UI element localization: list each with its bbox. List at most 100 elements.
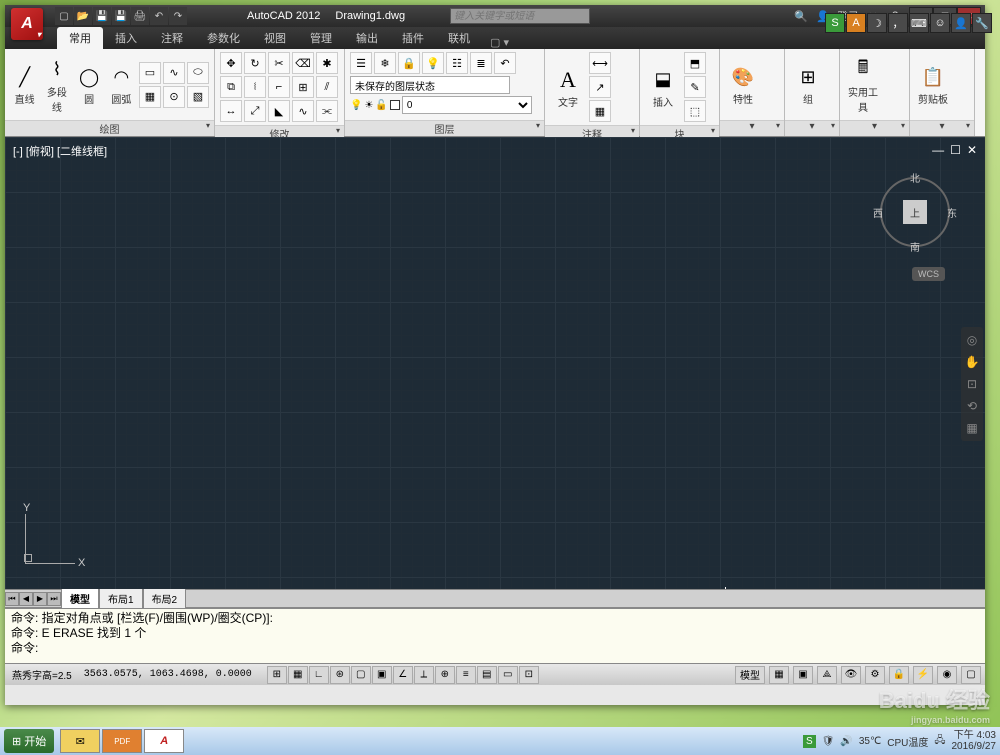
viewport-minimize-icon[interactable]: — xyxy=(932,143,944,157)
tab-extra-button[interactable]: ▢ ▾ xyxy=(490,36,509,49)
props-button[interactable]: 🎨特性 xyxy=(725,63,761,106)
chamfer-icon[interactable]: ◣ xyxy=(268,100,290,122)
ime-a-icon[interactable]: A xyxy=(846,13,866,33)
otrack-toggle[interactable]: ∠ xyxy=(393,666,413,684)
explode-icon[interactable]: ✱ xyxy=(316,52,338,74)
tab-view[interactable]: 视图 xyxy=(252,27,298,49)
hatch-icon[interactable]: ▦ xyxy=(139,86,161,108)
arc-button[interactable]: ◠圆弧 xyxy=(107,63,136,106)
tab-parametric[interactable]: 参数化 xyxy=(195,27,252,49)
ime-user-icon[interactable]: 👤 xyxy=(951,13,971,33)
ime-keyboard-icon[interactable]: ⌨ xyxy=(909,13,929,33)
layer-match-icon[interactable]: ≣ xyxy=(470,52,492,74)
task-app-autocad[interactable]: A xyxy=(144,729,184,753)
edit-block-icon[interactable]: ✎ xyxy=(684,76,706,98)
attr-icon[interactable]: ⬚ xyxy=(684,100,706,122)
layer-freeze-icon[interactable]: ❄ xyxy=(374,52,396,74)
layout-tab-model[interactable]: 模型 xyxy=(61,588,99,609)
tray-sound-icon[interactable]: 🔊 xyxy=(840,736,852,747)
viewport-maximize-icon[interactable]: ☐ xyxy=(950,143,961,157)
qat-open-icon[interactable]: 📂 xyxy=(74,7,92,25)
steering-wheel-icon[interactable]: ◎ xyxy=(963,331,981,349)
blend-icon[interactable]: ∿ xyxy=(292,100,314,122)
stretch-icon[interactable]: ↔ xyxy=(220,100,242,122)
task-app-pdf[interactable]: PDF xyxy=(102,729,142,753)
isolate-icon[interactable]: ◉ xyxy=(937,666,957,684)
rectangle-icon[interactable]: ▭ xyxy=(139,62,161,84)
utils-button[interactable]: 🖩实用工具 xyxy=(845,56,881,114)
ime-moon-icon[interactable]: ☽ xyxy=(867,13,887,33)
qat-undo-icon[interactable]: ↶ xyxy=(150,7,168,25)
toolbar-lock-icon[interactable]: 🔒 xyxy=(889,666,909,684)
snap-toggle[interactable]: ⊞ xyxy=(267,666,287,684)
panel-utils-title[interactable]: ▾ xyxy=(840,120,909,136)
3dosnap-toggle[interactable]: ▣ xyxy=(372,666,392,684)
ime-wrench-icon[interactable]: 🔧 xyxy=(972,13,992,33)
grid-toggle[interactable]: ▦ xyxy=(288,666,308,684)
tab-plugins[interactable]: 插件 xyxy=(390,27,436,49)
qat-print-icon[interactable]: 🖨 xyxy=(131,7,149,25)
tab-output[interactable]: 输出 xyxy=(344,27,390,49)
zoom-extents-icon[interactable]: ⊡ xyxy=(963,375,981,393)
viewcube[interactable]: 上 北 南 西 东 xyxy=(875,172,955,252)
tab-annotate[interactable]: 注释 xyxy=(149,27,195,49)
ime-comma-icon[interactable]: ， xyxy=(888,13,908,33)
array-icon[interactable]: ⊞ xyxy=(292,76,314,98)
panel-group-title[interactable]: ▾ xyxy=(785,120,839,136)
layer-state-input[interactable] xyxy=(350,76,510,94)
polar-toggle[interactable]: ⊛ xyxy=(330,666,350,684)
drawing-canvas[interactable]: [-] [俯视] [二维线框] — ☐ ✕ Y X 上 北 南 西 东 WCS … xyxy=(5,137,985,589)
orbit-icon[interactable]: ⟲ xyxy=(963,397,981,415)
insert-button[interactable]: ⬓插入 xyxy=(645,66,681,109)
line-button[interactable]: ╱直线 xyxy=(10,63,39,106)
hardware-accel-icon[interactable]: ⚡ xyxy=(913,666,933,684)
command-line[interactable]: 命令: 指定对角点或 [栏选(F)/圈围(WP)/圈交(CP)]: 命令: E … xyxy=(5,607,985,663)
tray-shield-icon[interactable]: 🛡 xyxy=(822,736,835,747)
group-button[interactable]: ⊞组 xyxy=(790,63,826,106)
erase-icon[interactable]: ⌫ xyxy=(292,52,314,74)
text-button[interactable]: A文字 xyxy=(550,66,586,109)
ortho-toggle[interactable]: ∟ xyxy=(309,666,329,684)
ime-s-icon[interactable]: S xyxy=(825,13,845,33)
trim-icon[interactable]: ✂ xyxy=(268,52,290,74)
wcs-badge[interactable]: WCS xyxy=(912,267,945,281)
layout-first-icon[interactable]: ⏮ xyxy=(5,592,19,606)
scale-icon[interactable]: ⤢ xyxy=(244,100,266,122)
tray-network-icon[interactable]: 🖧 xyxy=(934,733,945,750)
pan-icon[interactable]: ✋ xyxy=(963,353,981,371)
qat-save-icon[interactable]: 💾 xyxy=(93,7,111,25)
layer-iso-icon[interactable]: ☷ xyxy=(446,52,468,74)
qat-new-icon[interactable]: ▢ xyxy=(55,7,73,25)
qat-redo-icon[interactable]: ↷ xyxy=(169,7,187,25)
create-block-icon[interactable]: ⬒ xyxy=(684,52,706,74)
circle-button[interactable]: ◯圆 xyxy=(75,63,104,106)
modelspace-button[interactable]: 模型 xyxy=(735,666,765,684)
ducs-toggle[interactable]: ⟂ xyxy=(414,666,434,684)
tpy-toggle[interactable]: ▤ xyxy=(477,666,497,684)
tray-temp[interactable]: 35℃ xyxy=(859,736,881,747)
annoscale-icon[interactable]: ⟁ xyxy=(817,666,837,684)
layout-next-icon[interactable]: ▶ xyxy=(33,592,47,606)
polyline-button[interactable]: ⌇多段线 xyxy=(42,56,71,114)
offset-icon[interactable]: ⫽ xyxy=(316,76,338,98)
showmotion-icon[interactable]: ▦ xyxy=(963,419,981,437)
app-menu-icon[interactable]: A xyxy=(11,8,43,40)
layer-lock-icon[interactable]: 🔒 xyxy=(398,52,420,74)
mirror-icon[interactable]: ⧙ xyxy=(244,76,266,98)
clip-button[interactable]: 📋剪贴板 xyxy=(915,63,951,106)
tab-insert[interactable]: 插入 xyxy=(103,27,149,49)
layer-prev-icon[interactable]: ↶ xyxy=(494,52,516,74)
search-input[interactable] xyxy=(450,8,590,24)
ellipse-icon[interactable]: ⬭ xyxy=(187,62,209,84)
viewport-label[interactable]: [-] [俯视] [二维线框] xyxy=(13,143,107,159)
point-icon[interactable]: ⊙ xyxy=(163,86,185,108)
dimension-icon[interactable]: ⟷ xyxy=(589,52,611,74)
layout-tab-2[interactable]: 布局2 xyxy=(143,588,187,609)
workspace-icon[interactable]: ⚙ xyxy=(865,666,885,684)
annovis-icon[interactable]: 👁 xyxy=(841,666,861,684)
tray-clock[interactable]: 下午 4:03 2016/9/27 xyxy=(952,730,997,752)
binoculars-icon[interactable]: 🔍 xyxy=(793,8,809,24)
quickview-drawings-icon[interactable]: ▣ xyxy=(793,666,813,684)
copy-icon[interactable]: ⧉ xyxy=(220,76,242,98)
table-icon[interactable]: ▦ xyxy=(589,100,611,122)
